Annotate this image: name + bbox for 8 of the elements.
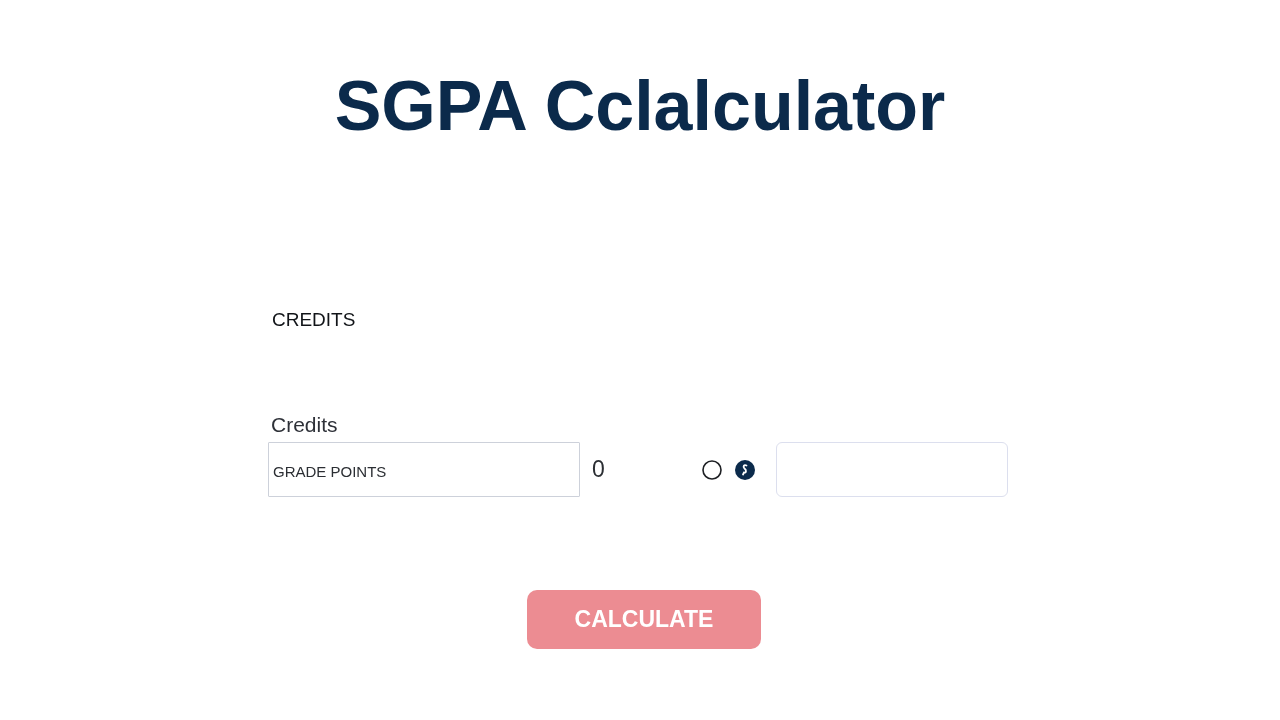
- radio-button[interactable]: [734, 459, 755, 480]
- field-label: Credits: [271, 412, 338, 437]
- total-value: 0: [592, 456, 605, 483]
- radio-button[interactable]: [701, 459, 722, 480]
- section-heading: CREDITS: [272, 308, 356, 331]
- result-input[interactable]: [775, 442, 1008, 497]
- page-title: SGPA Cclalculator: [334, 71, 946, 141]
- credits-input[interactable]: GRADE POINTS: [268, 442, 580, 497]
